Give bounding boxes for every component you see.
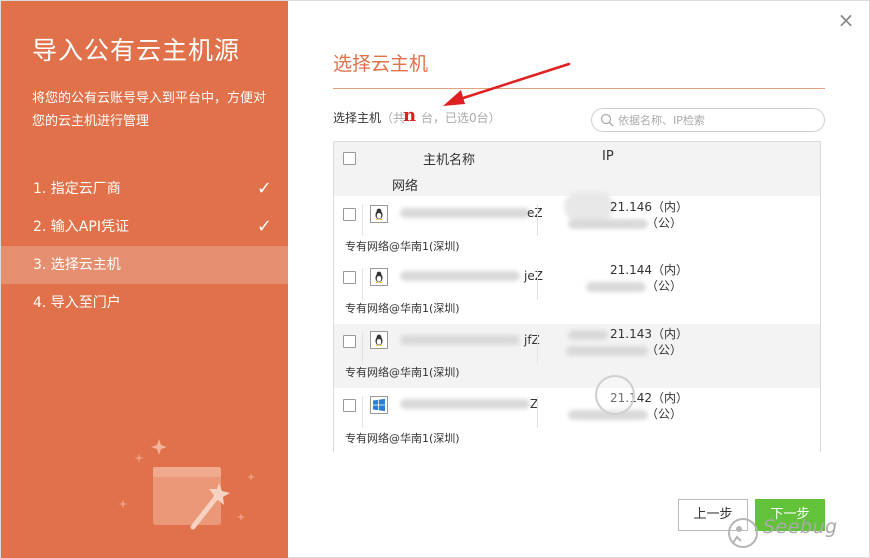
row-checkbox[interactable] <box>343 335 356 348</box>
linux-icon <box>370 268 388 286</box>
row-checkbox[interactable] <box>343 208 356 221</box>
step-import-portal[interactable]: 4. 导入至门户 <box>1 284 288 322</box>
table-header: 主机名称 IP 网络 <box>334 142 820 196</box>
select-all-checkbox[interactable] <box>343 152 356 165</box>
import-cloud-host-dialog: 导入公有云主机源 将您的公有云账号导入到平台中，方便对您的云主机进行管理 1. … <box>0 0 870 558</box>
linux-icon <box>370 205 388 223</box>
search-input[interactable] <box>618 111 818 129</box>
close-icon[interactable]: × <box>835 9 857 31</box>
sidebar-title: 导入公有云主机源 <box>32 36 241 65</box>
page-title: 选择云主机 <box>333 53 429 75</box>
host-ip-inner: 21.143（内） <box>610 327 688 341</box>
count-prefix: （共 <box>381 111 406 125</box>
table-row[interactable]: jfZ 21.143（内） （公） 专有网络@华南1(深圳) <box>334 324 820 388</box>
host-name: eZ <box>527 206 543 220</box>
host-network: 专有网络@华南1(深圳) <box>345 432 460 445</box>
mouse-cursor-indicator <box>595 375 635 415</box>
wizard-sidebar: 导入公有云主机源 将您的公有云账号导入到平台中，方便对您的云主机进行管理 1. … <box>1 1 288 558</box>
host-ip-public: （公） <box>646 407 683 421</box>
header-host-name: 主机名称 <box>423 153 476 168</box>
step-specify-vendor[interactable]: 1. 指定云厂商 ✓ <box>1 170 288 208</box>
host-search-box[interactable] <box>591 108 825 132</box>
check-icon: ✓ <box>256 216 272 237</box>
annotation-mark: n <box>403 105 417 126</box>
windows-icon <box>370 396 388 414</box>
table-row[interactable]: Z 21.142（内） （公） 专有网络@华南1(深圳) <box>334 388 820 452</box>
host-ip-public: （公） <box>646 343 683 357</box>
host-ip-inner: 21.144（内） <box>610 263 688 277</box>
header-ip: IP <box>602 149 614 164</box>
host-name: jeZ <box>524 269 543 283</box>
step-label: 4. 导入至门户 <box>33 295 121 311</box>
table-row[interactable]: eZ 21.146（内） （公） 专有网络@华南1(深圳) <box>334 192 820 260</box>
step-label: 1. 指定云厂商 <box>33 181 121 197</box>
step-api-credentials[interactable]: 2. 输入API凭证 ✓ <box>1 208 288 246</box>
table-row[interactable]: jeZ 21.144（内） （公） 专有网络@华南1(深圳) <box>334 260 820 324</box>
host-ip-inner: 21.146（内） <box>610 200 688 214</box>
wizard-steps: 1. 指定云厂商 ✓ 2. 输入API凭证 ✓ 3. 选择云主机 4. 导入至门… <box>1 170 288 322</box>
linux-icon <box>370 331 388 349</box>
host-ip-public: （公） <box>646 279 683 293</box>
header-network: 网络 <box>392 179 419 194</box>
check-icon: ✓ <box>256 178 272 199</box>
cloud-folder-illustration-icon <box>118 439 255 530</box>
sidebar-description: 将您的公有云账号导入到平台中，方便对您的云主机进行管理 <box>32 91 267 129</box>
host-ip-public: （公） <box>646 216 683 230</box>
annotation-arrow-icon <box>443 62 571 106</box>
host-network: 专有网络@华南1(深圳) <box>345 302 460 315</box>
step-select-hosts[interactable]: 3. 选择云主机 <box>1 246 288 284</box>
row-checkbox[interactable] <box>343 399 356 412</box>
host-table: 主机名称 IP 网络 eZ 21.146（内） （公） 专有网络@华南1(深圳) <box>333 141 821 452</box>
step-label: 3. 选择云主机 <box>33 257 121 273</box>
host-network: 专有网络@华南1(深圳) <box>345 240 460 253</box>
search-icon <box>600 113 614 127</box>
watermark-text: Seebug <box>763 516 838 538</box>
select-host-label: 选择主机 <box>333 111 382 125</box>
step-label: 2. 输入API凭证 <box>33 219 129 235</box>
host-network: 专有网络@华南1(深圳) <box>345 366 460 379</box>
row-checkbox[interactable] <box>343 271 356 284</box>
